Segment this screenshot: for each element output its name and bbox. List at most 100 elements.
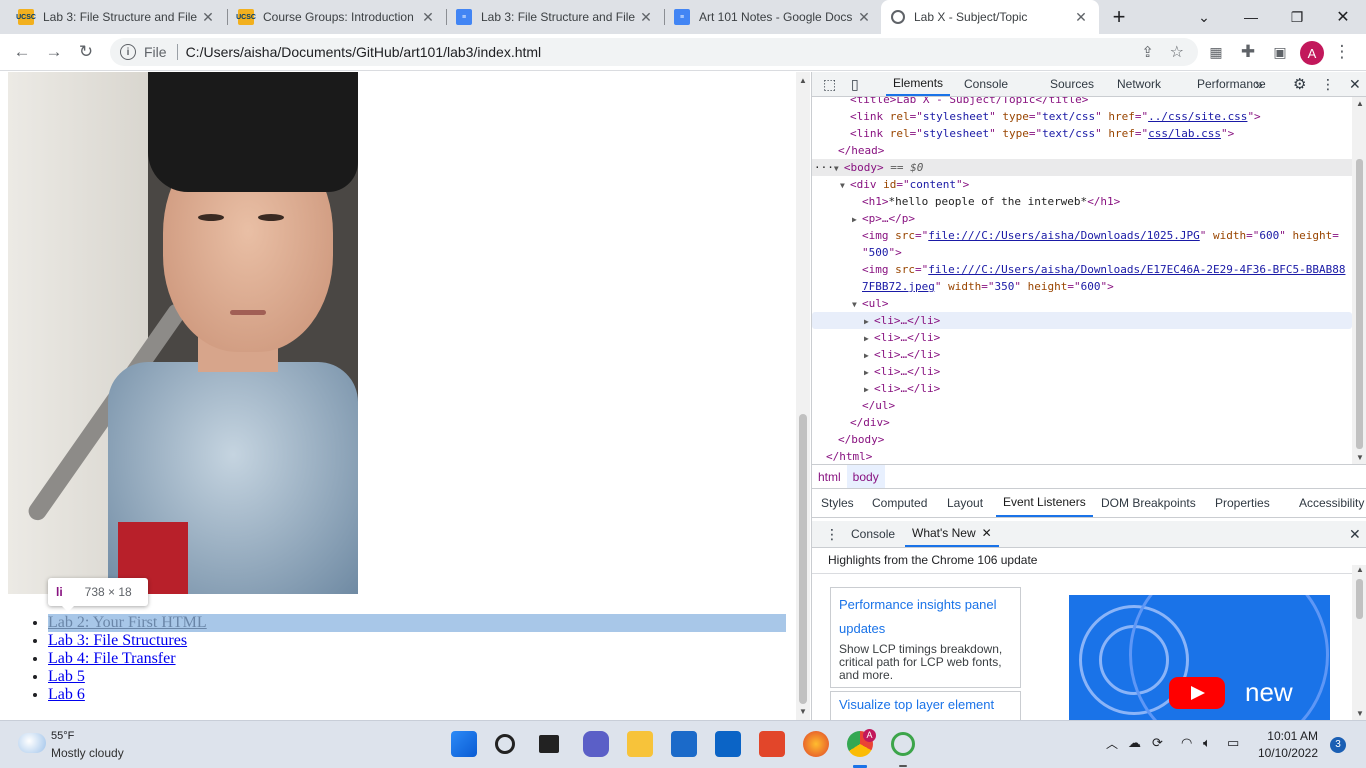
dom-scrollbar[interactable]: ▲ ▼: [1352, 97, 1366, 464]
dom-line[interactable]: </body>: [812, 431, 1352, 448]
close-drawer-icon[interactable]: ✕: [1342, 521, 1366, 547]
profile-avatar[interactable]: A: [1300, 41, 1324, 65]
close-drawer-tab-icon[interactable]: ✕: [982, 526, 992, 540]
drawer-tab-whats-new[interactable]: What's New ✕: [905, 521, 999, 547]
settings-gear-icon[interactable]: ⚙: [1286, 72, 1313, 96]
minimize-icon[interactable]: —: [1228, 0, 1274, 34]
tray-overflow-icon[interactable]: ︿: [1106, 735, 1118, 752]
browser-tab[interactable]: UCSC Lab 3: File Structure and File ✕: [8, 0, 226, 34]
tab-search-icon[interactable]: ⌄: [1181, 0, 1227, 34]
tab-console[interactable]: Console: [957, 72, 1015, 96]
sync-icon[interactable]: ⟳: [1152, 735, 1163, 751]
youtube-play-icon[interactable]: [1169, 677, 1225, 709]
device-toggle-icon[interactable]: ▯: [844, 72, 866, 96]
menu-kebab-icon[interactable]: ⋮: [1328, 38, 1356, 66]
search-icon[interactable]: [495, 734, 515, 754]
forward-icon[interactable]: →: [40, 38, 68, 66]
file-explorer-icon[interactable]: [627, 731, 653, 757]
dom-line[interactable]: ▶ <li>…</li>: [812, 346, 1352, 363]
clock-time[interactable]: 10:01 AM: [1258, 729, 1318, 743]
lab-link[interactable]: Lab 6: [48, 686, 85, 703]
feature-card[interactable]: Performance insights panel updates Show …: [830, 587, 1021, 688]
tab-event-listeners[interactable]: Event Listeners: [996, 489, 1093, 517]
feature-card[interactable]: Visualize top layer element: [830, 691, 1021, 720]
firefox-icon[interactable]: [803, 731, 829, 757]
dom-line[interactable]: "500">: [812, 244, 1352, 261]
dom-line[interactable]: 7FBB72.jpeg" width="350" height="600">: [812, 278, 1352, 295]
dom-line[interactable]: ▶ <li>…</li>: [812, 380, 1352, 397]
restore-icon[interactable]: ❐: [1274, 0, 1320, 34]
windows-start-icon[interactable]: [451, 731, 477, 757]
tab-network[interactable]: Network: [1110, 72, 1168, 96]
lab-link[interactable]: Lab 3: File Structures: [48, 632, 187, 649]
weather-desc[interactable]: Mostly cloudy: [51, 746, 124, 760]
info-icon[interactable]: i: [120, 44, 136, 60]
dom-line[interactable]: <img src="file:///C:/Users/aisha/Downloa…: [812, 227, 1352, 244]
more-tabs-icon[interactable]: »: [1248, 72, 1270, 96]
dom-line[interactable]: </head>: [812, 142, 1352, 159]
dom-line[interactable]: <img src="file:///C:/Users/aisha/Downloa…: [812, 261, 1352, 278]
page-scrollbar[interactable]: ▲ ▼: [796, 72, 810, 720]
microsoft-store-icon[interactable]: [671, 731, 697, 757]
mail-icon[interactable]: [715, 731, 741, 757]
wifi-icon[interactable]: ◠: [1181, 735, 1192, 751]
dom-line-hovered[interactable]: ▶ <li>…</li>: [812, 312, 1352, 329]
dom-line[interactable]: ▼ <ul>: [812, 295, 1352, 312]
tab-layout[interactable]: Layout: [940, 489, 990, 517]
tab-dom-breakpoints[interactable]: DOM Breakpoints: [1094, 489, 1203, 517]
extensions-puzzle-icon[interactable]: ✚: [1234, 38, 1262, 66]
volume-icon[interactable]: 🔈︎: [1203, 735, 1211, 751]
extension-app-icon[interactable]: ▦: [1202, 38, 1230, 66]
close-tab-icon[interactable]: ✕: [638, 9, 654, 26]
address-bar[interactable]: i File C:/Users/aisha/Documents/GitHub/a…: [110, 38, 1198, 66]
bookmark-star-icon[interactable]: ☆: [1170, 42, 1184, 62]
dom-line[interactable]: ▶ <li>…</li>: [812, 329, 1352, 346]
close-tab-icon[interactable]: ✕: [856, 9, 872, 26]
drawer-menu-icon[interactable]: ⋮: [818, 521, 846, 547]
share-icon[interactable]: ⇪: [1141, 43, 1154, 61]
url-text[interactable]: C:/Users/aisha/Documents/GitHub/art101/l…: [186, 44, 542, 60]
dom-line[interactable]: <link rel="stylesheet" type="text/css" h…: [812, 108, 1352, 125]
tab-accessibility[interactable]: Accessibility: [1292, 489, 1366, 517]
back-icon[interactable]: ←: [8, 38, 36, 66]
clock-date[interactable]: 10/10/2022: [1250, 746, 1318, 760]
reload-icon[interactable]: ↻: [72, 38, 100, 66]
side-panel-icon[interactable]: ▣: [1266, 38, 1294, 66]
browser-tab[interactable]: UCSC Course Groups: Introduction ✕: [228, 0, 446, 34]
breadcrumb-body[interactable]: body: [846, 465, 885, 488]
dom-line[interactable]: ▶ <li>…</li>: [812, 363, 1352, 380]
cloud-off-icon[interactable]: ☁: [1128, 735, 1141, 751]
dom-line[interactable]: <link rel="stylesheet" type="text/css" h…: [812, 125, 1352, 142]
dom-line[interactable]: <title>Lab X - Subject/Topic</title>: [812, 97, 1352, 108]
lab-link[interactable]: Lab 4: File Transfer: [48, 650, 176, 667]
close-devtools-icon[interactable]: ✕: [1342, 72, 1366, 96]
dom-line[interactable]: <h1>*hello people of the interweb*</h1>: [812, 193, 1352, 210]
lab-link[interactable]: Lab 2: Your First HTML: [48, 614, 207, 631]
browser-tab[interactable]: ≡ Lab 3: File Structure and File ✕: [446, 0, 664, 34]
browser-tab-active[interactable]: Lab X - Subject/Topic ✕: [881, 0, 1099, 34]
task-view-icon[interactable]: [539, 735, 559, 753]
inspect-element-icon[interactable]: ⬚: [816, 72, 843, 96]
teams-chat-icon[interactable]: [583, 731, 609, 757]
tab-computed[interactable]: Computed: [865, 489, 934, 517]
drawer-scrollbar[interactable]: ▲ ▼: [1352, 565, 1366, 720]
dom-line-selected[interactable]: ···▼ <body> == $0: [812, 159, 1352, 176]
dom-line[interactable]: </div>: [812, 414, 1352, 431]
dom-line[interactable]: </ul>: [812, 397, 1352, 414]
tab-styles[interactable]: Styles: [814, 489, 861, 517]
new-tab-icon[interactable]: +: [1096, 0, 1142, 34]
tab-sources[interactable]: Sources: [1043, 72, 1101, 96]
close-tab-icon[interactable]: ✕: [200, 9, 216, 26]
tab-elements[interactable]: Elements: [886, 72, 951, 96]
office-icon[interactable]: [759, 731, 785, 757]
dom-line[interactable]: </html>: [812, 448, 1352, 464]
battery-icon[interactable]: ▭: [1227, 735, 1239, 751]
weather-temp[interactable]: 55°F: [51, 730, 74, 742]
whats-new-video-thumbnail[interactable]: new: [1069, 595, 1330, 720]
browser-tab[interactable]: ≡ Art 101 Notes - Google Docs ✕: [664, 0, 882, 34]
cloud-weather-icon[interactable]: [18, 733, 46, 753]
dom-line[interactable]: ▶ <p>…</p>: [812, 210, 1352, 227]
close-tab-icon[interactable]: ✕: [1073, 9, 1089, 26]
devtools-menu-icon[interactable]: ⋮: [1314, 72, 1342, 96]
atom-editor-icon[interactable]: [891, 732, 915, 756]
